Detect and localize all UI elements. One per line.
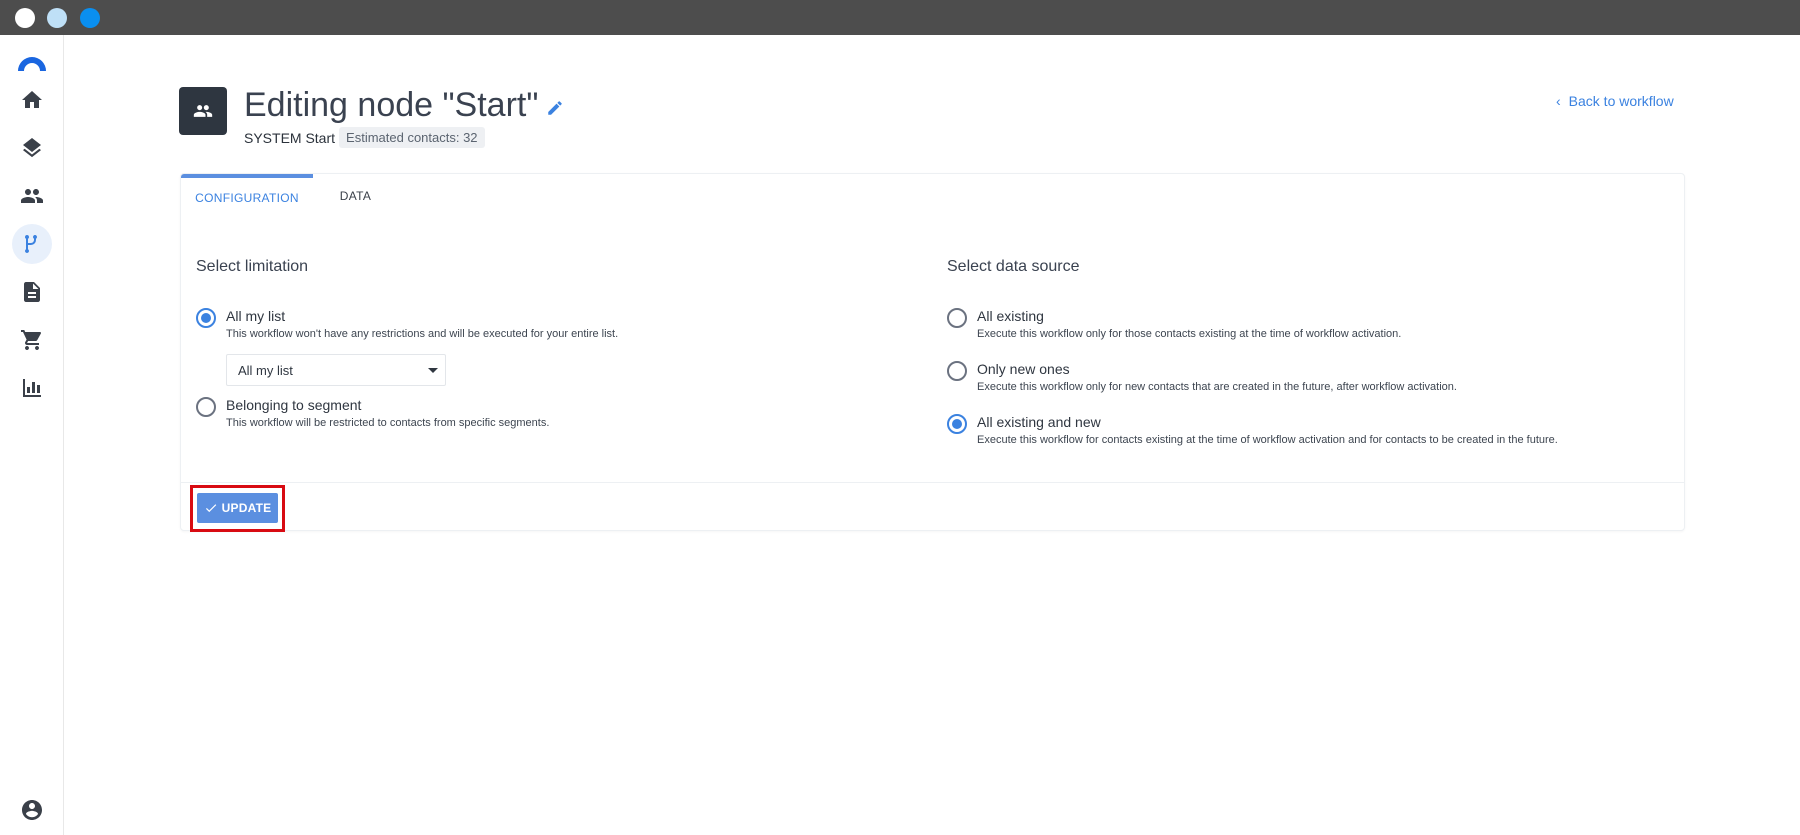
page-title: Editing node "Start"	[244, 86, 566, 125]
list-select[interactable]: All my list	[226, 354, 446, 386]
window-maximize-button[interactable]	[80, 8, 100, 28]
limitation-option-all-my-list[interactable]: All my list This workflow won't have any…	[196, 308, 618, 341]
edit-title-button[interactable]	[546, 99, 566, 119]
radio-description: This workflow will be restricted to cont…	[226, 417, 550, 429]
radio-all-existing-and-new[interactable]	[947, 414, 967, 434]
sidebar-item-workflows[interactable]	[12, 224, 52, 264]
node-config-card: CONFIGURATION DATA Select limitation All…	[180, 173, 1685, 532]
people-icon	[21, 189, 43, 203]
account-circle-icon	[22, 800, 42, 820]
radio-description: Execute this workflow for contacts exist…	[977, 434, 1558, 446]
radio-description: Execute this workflow only for new conta…	[977, 381, 1457, 393]
data-source-option-only-new[interactable]: Only new ones Execute this workflow only…	[947, 361, 1457, 394]
limitation-option-segment[interactable]: Belonging to segment This workflow will …	[196, 397, 549, 430]
radio-description: Execute this workflow only for those con…	[977, 328, 1402, 340]
sidebar-item-reports[interactable]	[12, 368, 52, 408]
data-source-option-existing-and-new[interactable]: All existing and new Execute this workfl…	[947, 414, 1558, 447]
update-button-highlight: UPDATE	[190, 485, 285, 532]
sidebar-item-layers[interactable]	[12, 128, 52, 168]
radio-all-existing[interactable]	[947, 308, 967, 328]
radio-label: All my list	[226, 308, 286, 324]
window-close-button[interactable]	[15, 8, 35, 28]
sidebar-user-account[interactable]	[20, 798, 44, 822]
estimated-contacts-badge: Estimated contacts: 32	[339, 127, 485, 148]
update-button[interactable]: UPDATE	[197, 493, 278, 523]
radio-label: Belonging to segment	[226, 397, 362, 413]
list-select-value: All my list	[238, 362, 293, 378]
radio-all-my-list[interactable]	[196, 308, 216, 328]
sidebar-item-contacts[interactable]	[12, 176, 52, 216]
sidebar-item-shop[interactable]	[12, 320, 52, 360]
tab-data[interactable]: DATA	[313, 174, 398, 218]
app-logo[interactable]	[16, 53, 48, 73]
sidebar-item-home[interactable]	[12, 80, 52, 120]
radio-label: All existing	[977, 308, 1044, 324]
tab-configuration[interactable]: CONFIGURATION	[181, 174, 313, 218]
data-source-section-title: Select data source	[947, 258, 1080, 275]
data-source-option-all-existing[interactable]: All existing Execute this workflow only …	[947, 308, 1401, 341]
check-icon	[205, 504, 216, 513]
radio-belonging-to-segment[interactable]	[196, 397, 216, 417]
caret-down-icon	[428, 368, 438, 373]
sidebar	[0, 35, 64, 835]
back-link-label: Back to workflow	[1568, 93, 1674, 109]
back-to-workflow-link[interactable]: ‹ Back to workflow	[1556, 93, 1674, 109]
layers-icon	[23, 138, 41, 158]
window-minimize-button[interactable]	[47, 8, 67, 28]
home-icon	[22, 91, 42, 108]
limitation-section-title: Select limitation	[196, 258, 309, 275]
workflow-branch-icon	[25, 234, 37, 254]
people-icon	[193, 105, 213, 117]
page-title-text: Editing node "Start"	[244, 86, 539, 124]
node-type-badge	[179, 87, 227, 135]
sidebar-item-documents[interactable]	[12, 272, 52, 312]
bar-chart-icon	[23, 379, 41, 397]
chevron-left-icon: ‹	[1556, 93, 1561, 109]
radio-only-new-ones[interactable]	[947, 361, 967, 381]
window-titlebar	[0, 0, 1800, 35]
document-icon	[24, 282, 40, 302]
node-type-label: SYSTEM Start	[244, 129, 336, 146]
card-footer: UPDATE	[181, 482, 1684, 532]
radio-description: This workflow won't have any restriction…	[226, 328, 619, 340]
node-subtitle: SYSTEM Start Estimated contacts: 32	[244, 127, 485, 148]
cart-icon	[21, 330, 42, 350]
pencil-icon	[548, 100, 563, 115]
tab-bar: CONFIGURATION DATA	[181, 174, 1684, 218]
radio-label: All existing and new	[977, 414, 1101, 430]
update-button-label: UPDATE	[221, 501, 272, 515]
radio-label: Only new ones	[977, 361, 1070, 377]
